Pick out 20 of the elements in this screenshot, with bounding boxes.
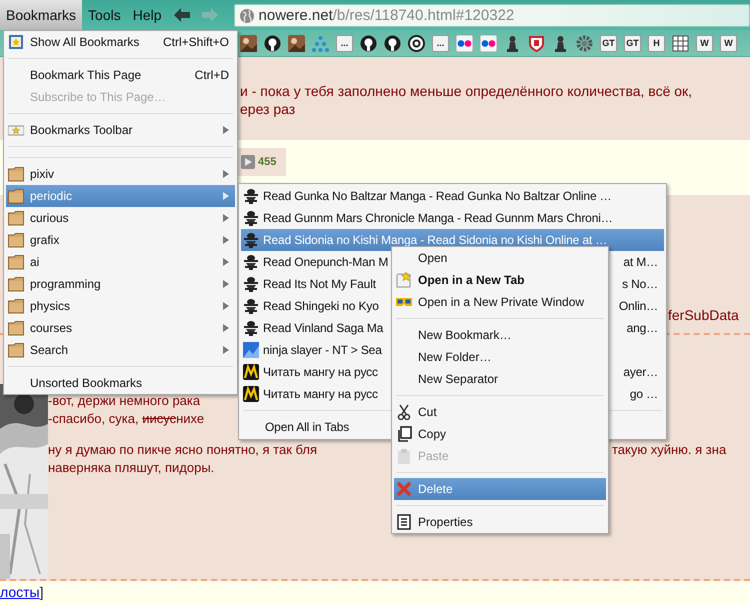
post-text: ерез раз <box>240 100 296 118</box>
item-text: Onlin… <box>618 298 658 315</box>
url-path: /b/res/118740.html#120322 <box>332 6 514 26</box>
post-text: ну я думаю по пикче ясно понятно, я так бля <box>48 441 318 459</box>
item-text: at M… <box>623 254 658 271</box>
bracket-text: ] <box>40 584 44 600</box>
item-text: ang… <box>626 320 658 337</box>
post-text: и - пока у тебя заполнено меньше определённого количества, всё ок, <box>240 82 694 100</box>
item-text: ayer… <box>623 364 658 381</box>
url-domain: nowere.net <box>258 6 333 26</box>
item-text: s No… <box>622 276 658 293</box>
reply-count: 455 <box>258 154 276 170</box>
shortcut-text: Ctrl+Shift+O <box>162 34 229 51</box>
post-text: -вот, держи немного рака <box>48 392 200 410</box>
shortcut-text: Ctrl+D <box>194 67 229 84</box>
post-text: ferSubData <box>668 306 740 324</box>
item-text: go … <box>630 386 658 403</box>
post-text: наверняка пляшут, пидоры. <box>48 459 214 477</box>
post-text: такую хуйню. я зна <box>612 441 726 459</box>
post-text: -спасибо, сука, иисуснихе <box>48 410 204 428</box>
